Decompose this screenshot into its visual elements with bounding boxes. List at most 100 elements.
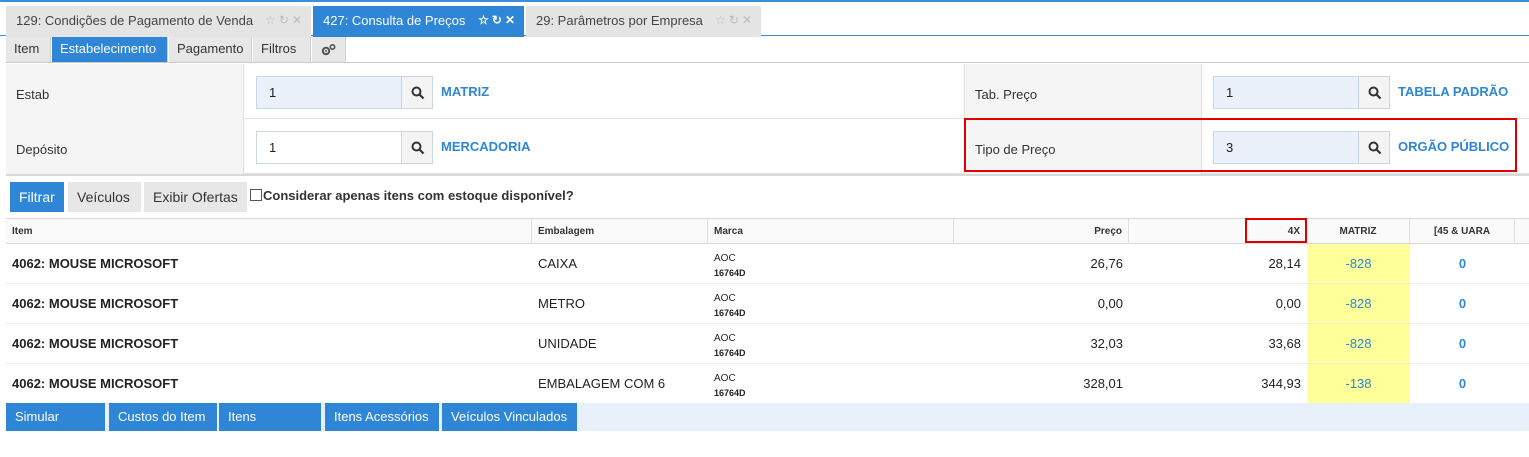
cell-matriz[interactable]: -138 [1307,364,1410,403]
cell-matriz[interactable]: -828 [1307,244,1410,283]
deposito-search-button[interactable] [401,131,433,164]
marca-code: 16764D [714,348,746,358]
cell-marca: AOC 16764D [708,324,954,363]
filtrar-button[interactable]: Filtrar [10,182,64,212]
gears-icon [321,43,336,56]
action-bar: Simular Preço Custos do Item Itens Simil… [6,403,1529,451]
veiculos-vinculados-button[interactable]: Veículos Vinculados [442,403,577,431]
star-icon[interactable]: ☆ [478,13,492,27]
cell-item: 4062: MOUSE MICROSOFT [12,256,179,271]
close-icon[interactable]: ✕ [505,13,518,27]
cell-item: 4062: MOUSE MICROSOFT [12,336,179,351]
refresh-icon[interactable]: ↻ [279,13,292,27]
cell-45-uara[interactable]: 0 [1410,284,1515,323]
search-icon [411,86,425,100]
custos-item-button[interactable]: Custos do Item [109,403,217,431]
refresh-icon[interactable]: ↻ [729,13,742,27]
deposito-label: Depósito [6,119,244,174]
cell-4x: 33,68 [1268,336,1301,351]
deposito-input[interactable]: 1 [256,131,401,164]
cell-matriz[interactable]: -828 [1307,324,1410,363]
close-icon[interactable]: ✕ [292,13,305,27]
header-embalagem[interactable]: Embalagem [532,219,708,244]
cell-item: 4062: MOUSE MICROSOFT [12,296,179,311]
tab-preco-input[interactable]: 1 [1213,76,1358,109]
subtab-filtros[interactable]: Filtros [253,37,311,62]
tab-preco-label: Tab. Preço [964,64,1202,119]
cell-embalagem: EMBALAGEM COM 6 [538,376,666,391]
estoque-checkbox-row[interactable]: Considerar apenas itens com estoque disp… [250,189,574,203]
exibir-ofertas-button[interactable]: Exibir Ofertas [144,182,247,212]
close-icon[interactable]: ✕ [742,13,755,27]
tab-icons: ☆↻✕ [478,6,518,35]
header-matriz[interactable]: MATRIZ [1307,219,1410,244]
cell-marca: AOC 16764D [708,364,954,403]
estab-label: Estab [6,64,244,119]
cell-45-uara[interactable]: 0 [1410,244,1515,283]
header-item[interactable]: Item [6,219,532,244]
highlight-box-4x [1245,218,1307,243]
itens-similares-button[interactable]: Itens Similares [219,403,321,451]
search-icon [1368,86,1382,100]
cell-matriz[interactable]: -828 [1307,284,1410,323]
veiculos-button[interactable]: Veículos [68,182,141,212]
itens-acessorios-button[interactable]: Itens Acessórios [325,403,439,431]
marca-name: AOC [714,253,736,264]
cell-embalagem: METRO [538,296,585,311]
cell-marca: AOC 16764D [708,284,954,323]
tab-preco-description: TABELA PADRÃO [1398,84,1509,99]
marca-code: 16764D [714,308,746,318]
cell-4x: 0,00 [1275,296,1301,311]
tab-label: 427: Consulta de Preços [323,13,466,28]
deposito-description: MERCADORIA [441,139,531,154]
estab-description: MATRIZ [441,84,490,99]
marca-code: 16764D [714,388,746,398]
header-marca[interactable]: Marca [708,219,954,244]
tab-label: 29: Parâmetros por Empresa [536,13,703,28]
header-preco[interactable]: Preço [954,219,1129,244]
cell-45-uara[interactable]: 0 [1410,324,1515,363]
header-45-uara[interactable]: [45 & UARA [1410,219,1515,244]
cell-preco: 0,00 [1097,296,1123,311]
tab-condicoes-pagamento[interactable]: 129: Condições de Pagamento de Venda ☆↻✕ [6,6,311,37]
search-icon [411,141,425,155]
cell-preco: 26,76 [1090,256,1123,271]
subtab-divider [6,62,1529,63]
marca-name: AOC [714,333,736,344]
cell-item: 4062: MOUSE MICROSOFT [12,376,179,391]
cell-embalagem: CAIXA [538,256,578,271]
tab-label: 129: Condições de Pagamento de Venda [16,13,254,28]
tab-icons: ☆↻✕ [715,6,755,35]
star-icon[interactable]: ☆ [715,13,729,27]
cell-embalagem: UNIDADE [538,336,597,351]
subtab-settings[interactable] [312,37,346,62]
cell-marca: AOC 16764D [708,244,954,283]
tab-bar: 129: Condições de Pagamento de Venda ☆↻✕… [0,0,1529,37]
table-row[interactable]: 4062: MOUSE MICROSOFT EMBALAGEM COM 6 AO… [6,364,1529,404]
tab-preco-search-button[interactable] [1358,76,1390,109]
form-row-1: Estab 1 MATRIZ Tab. Preço 1 TABELA PADRÃ… [6,64,1529,119]
cell-4x: 344,93 [1261,376,1301,391]
tab-consulta-precos[interactable]: 427: Consulta de Preços ☆↻✕ [313,6,524,37]
refresh-icon[interactable]: ↻ [492,13,505,27]
subtab-estabelecimento[interactable]: Estabelecimento [52,37,168,62]
cell-4x: 28,14 [1268,256,1301,271]
table-row[interactable]: 4062: MOUSE MICROSOFT CAIXA AOC 16764D 26… [6,244,1529,284]
estoque-checkbox[interactable] [250,189,262,201]
marca-name: AOC [714,293,736,304]
marca-code: 16764D [714,268,746,278]
table-row[interactable]: 4062: MOUSE MICROSOFT METRO AOC 16764D 0,… [6,284,1529,324]
simular-preco-button[interactable]: Simular Preço [6,403,105,451]
subtab-pagamento[interactable]: Pagamento [169,37,252,62]
tab-parametros-empresa[interactable]: 29: Parâmetros por Empresa ☆↻✕ [526,6,761,37]
estab-input[interactable]: 1 [256,76,401,109]
marca-name: AOC [714,373,736,384]
table-row[interactable]: 4062: MOUSE MICROSOFT UNIDADE AOC 16764D … [6,324,1529,364]
star-icon[interactable]: ☆ [265,13,279,27]
estoque-checkbox-label: Considerar apenas itens com estoque disp… [263,188,574,203]
estab-search-button[interactable] [401,76,433,109]
cell-preco: 328,01 [1083,376,1123,391]
cell-45-uara[interactable]: 0 [1410,364,1515,403]
subtab-item[interactable]: Item [6,37,51,62]
tab-icons: ☆↻✕ [265,6,305,35]
